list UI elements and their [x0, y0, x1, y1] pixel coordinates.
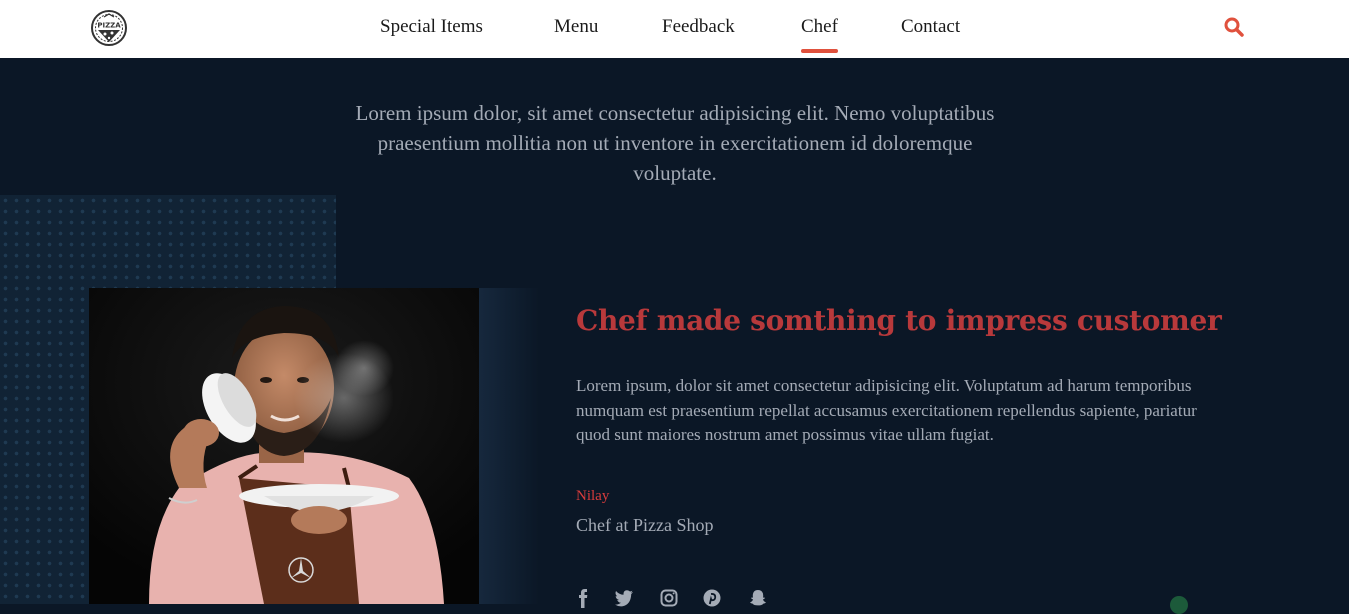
social-links: [570, 588, 790, 608]
nav-link-contact[interactable]: Contact: [901, 16, 960, 38]
instagram-icon[interactable]: [659, 588, 679, 608]
search-icon[interactable]: [1223, 16, 1245, 38]
snapchat-icon[interactable]: [748, 588, 768, 608]
nav-link-menu[interactable]: Menu: [554, 16, 598, 38]
section-intro: Lorem ipsum dolor, sit amet consectetur …: [355, 101, 995, 185]
chef-role: Chef at Pizza Shop: [576, 515, 714, 535]
decorative-leaf: [1170, 596, 1188, 614]
twitter-icon[interactable]: [614, 588, 634, 608]
chef-name: Nilay: [576, 488, 610, 504]
pinterest-icon[interactable]: [702, 588, 722, 608]
photo-shadow: [479, 288, 539, 604]
chef-description: Lorem ipsum, dolor sit amet consectetur …: [576, 376, 1197, 444]
navbar: PIZZA Special Items Menu Feedback Chef C…: [0, 0, 1349, 58]
facebook-icon[interactable]: [574, 588, 594, 608]
main-nav: Special Items Menu Feedback Chef Contact: [0, 0, 1349, 58]
chef-heading: Chef made somthing to impress customer: [576, 304, 1222, 337]
nav-link-chef[interactable]: Chef: [801, 16, 838, 53]
nav-link-feedback[interactable]: Feedback: [662, 16, 735, 38]
chef-photo: [89, 288, 479, 604]
nav-link-special-items[interactable]: Special Items: [380, 16, 483, 38]
